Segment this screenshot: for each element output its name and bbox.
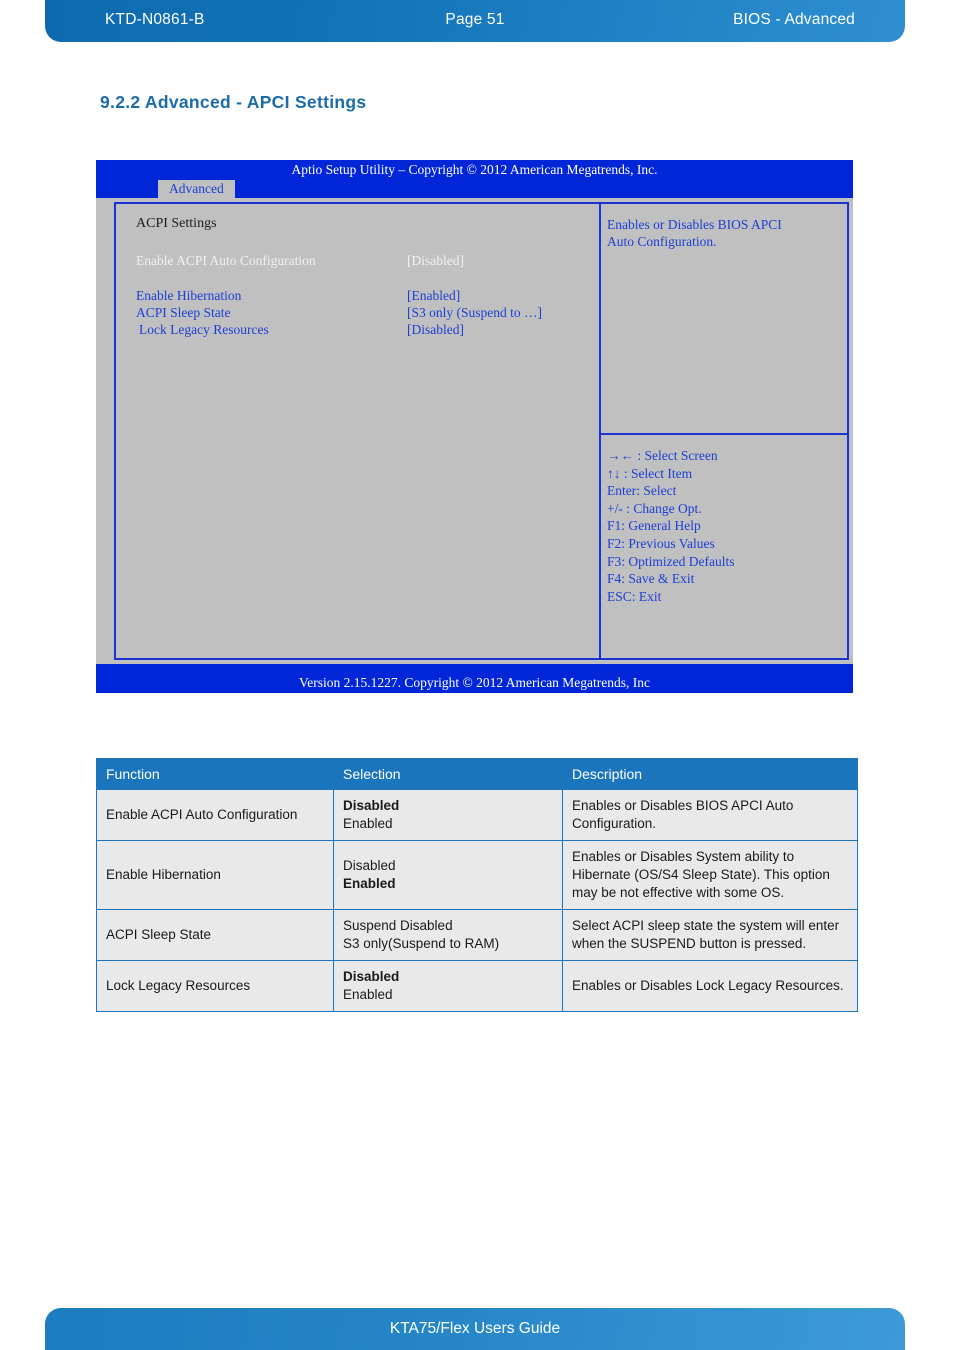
page-title: 9.2.2 Advanced - APCI Settings xyxy=(100,92,367,112)
bios-tab-row: Advanced xyxy=(96,180,853,198)
bios-key-legend: →← : Select Screen ↑↓ : Select Item Ente… xyxy=(601,435,847,605)
setting-value: [Disabled] xyxy=(407,322,464,337)
column-header-description: Description xyxy=(562,758,858,790)
cell-selection: Disabled Enabled xyxy=(333,960,563,1012)
setting-label: ACPI Sleep State xyxy=(136,305,231,320)
key-legend-enter-select: Enter: Select xyxy=(607,483,677,499)
key-legend-change-opt: +/- : Change Opt. xyxy=(607,500,702,516)
bios-help-panel: Enables or Disables BIOS APCI Auto Confi… xyxy=(601,204,847,435)
cell-description: Select ACPI sleep state the system will … xyxy=(562,909,858,961)
cell-selection: Disabled Enabled xyxy=(333,840,563,910)
key-legend-select-item: ↑↓ : Select Item xyxy=(607,465,693,481)
key-legend-optimized-defaults: F3: Optimized Defaults xyxy=(607,553,735,569)
column-header-selection: Selection xyxy=(333,758,563,790)
bios-titlebar: Aptio Setup Utility – Copyright © 2012 A… xyxy=(291,162,658,177)
cell-selection: Disabled Enabled xyxy=(333,789,563,841)
help-line-1: Enables or Disables BIOS APCI xyxy=(607,217,782,232)
table-row: Enable ACPI Auto Configuration Disabled … xyxy=(96,789,858,841)
key-legend-save-exit: F4: Save & Exit xyxy=(607,571,695,587)
selection-option: Disabled xyxy=(343,858,396,873)
cell-description: Enables or Disables Lock Legacy Resource… xyxy=(562,960,858,1012)
setting-value: [Disabled] xyxy=(407,253,464,268)
setting-row-lock-legacy-resources[interactable]: Lock Legacy Resources [Disabled] xyxy=(136,321,599,338)
setting-value: [Enabled] xyxy=(407,288,461,303)
selection-option: Enabled xyxy=(343,987,393,1002)
page-footer: KTA75/Flex Users Guide xyxy=(45,1308,905,1350)
cell-description: Enables or Disables BIOS APCI Auto Confi… xyxy=(562,789,858,841)
setting-row-acpi-auto-config[interactable]: Enable ACPI Auto Configuration [Disabled… xyxy=(136,252,599,269)
cell-selection: Suspend Disabled S3 only(Suspend to RAM) xyxy=(333,909,563,961)
bios-panels: ACPI Settings Enable ACPI Auto Configura… xyxy=(114,202,849,660)
selection-option: S3 only(Suspend to RAM) xyxy=(343,936,500,951)
bios-right-column: Enables or Disables BIOS APCI Auto Confi… xyxy=(601,204,847,658)
key-legend-previous-values: F2: Previous Values xyxy=(607,535,715,551)
bios-setup-screen: Aptio Setup Utility – Copyright © 2012 A… xyxy=(96,160,853,693)
cell-function: Enable ACPI Auto Configuration xyxy=(96,789,334,841)
key-legend-esc-exit: ESC: Exit xyxy=(607,588,662,604)
column-header-function: Function xyxy=(96,758,334,790)
cell-function: Lock Legacy Resources xyxy=(96,960,334,1012)
bios-settings-panel: ACPI Settings Enable ACPI Auto Configura… xyxy=(116,204,601,658)
selection-option-default: Disabled xyxy=(343,969,400,984)
bios-body: ACPI Settings Enable ACPI Auto Configura… xyxy=(96,198,853,664)
cell-function: ACPI Sleep State xyxy=(96,909,334,961)
selection-option: Enabled xyxy=(343,816,393,831)
setting-row-acpi-sleep-state[interactable]: ACPI Sleep State [S3 only (Suspend to …] xyxy=(136,304,599,321)
help-line-2: Auto Configuration. xyxy=(607,234,717,249)
tab-advanced[interactable]: Advanced xyxy=(158,180,235,198)
table-row: ACPI Sleep State Suspend Disabled S3 onl… xyxy=(96,909,858,961)
key-legend-general-help: F1: General Help xyxy=(607,518,701,534)
setting-label: Enable Hibernation xyxy=(136,288,242,303)
setting-label: Enable ACPI Auto Configuration xyxy=(136,253,316,268)
settings-spacer xyxy=(136,269,599,287)
key-legend-select-screen: →← : Select Screen xyxy=(607,448,718,463)
setting-value: [S3 only (Suspend to …] xyxy=(407,305,542,320)
settings-reference-table: Function Selection Description Enable AC… xyxy=(96,758,858,1012)
setting-row-enable-hibernation[interactable]: Enable Hibernation [Enabled] xyxy=(136,287,599,304)
table-row: Enable Hibernation Disabled Enabled Enab… xyxy=(96,840,858,910)
bios-version-bar: Version 2.15.1227. Copyright © 2012 Amer… xyxy=(96,672,853,693)
cell-description: Enables or Disables System ability to Hi… xyxy=(562,840,858,910)
table-row: Lock Legacy Resources Disabled Enabled E… xyxy=(96,960,858,1012)
table-header-row: Function Selection Description xyxy=(96,758,858,790)
settings-group-heading: ACPI Settings xyxy=(136,216,217,231)
section-name: BIOS - Advanced xyxy=(733,11,855,28)
cell-function: Enable Hibernation xyxy=(96,840,334,910)
selection-option-default: Enabled xyxy=(343,876,396,891)
page-header: KTD-N0861-B Page 51 BIOS - Advanced xyxy=(45,0,905,42)
setting-label: Lock Legacy Resources xyxy=(139,322,269,337)
selection-option-default: Disabled xyxy=(343,798,400,813)
selection-option: Suspend Disabled xyxy=(343,918,453,933)
